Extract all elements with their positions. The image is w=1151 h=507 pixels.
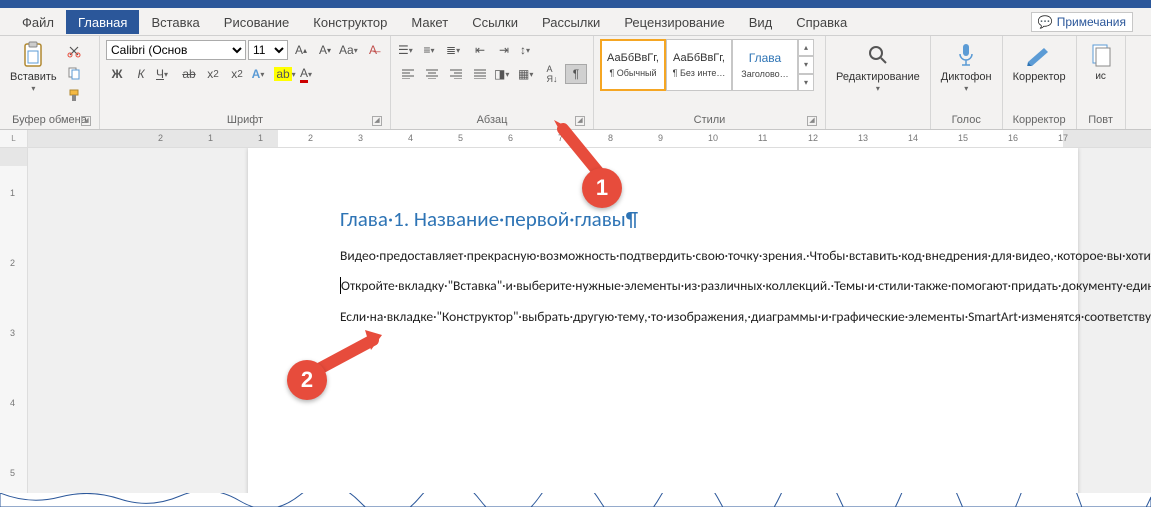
decrease-indent-button[interactable]: ⇤ xyxy=(469,40,491,60)
format-painter-button[interactable] xyxy=(63,85,85,105)
title-bar xyxy=(0,0,1151,8)
change-case-button[interactable]: Aa▾ xyxy=(338,40,360,60)
style-heading1[interactable]: Глава Заголово… xyxy=(732,39,798,91)
borders-button[interactable]: ▦▾ xyxy=(517,64,539,84)
text-effects-button[interactable]: A▾ xyxy=(250,64,272,84)
styles-expand[interactable]: ▾ xyxy=(798,74,814,91)
cut-button[interactable] xyxy=(63,41,85,61)
paragraph-2[interactable]: Откройте·вкладку·"Вставка"·и·выберите·ну… xyxy=(340,276,1006,296)
torn-edge xyxy=(0,493,1151,507)
comments-button[interactable]: 💬 Примечания xyxy=(1031,12,1133,32)
paragraph-group-label: Абзац xyxy=(477,114,508,126)
styles-scroll-down[interactable]: ▾ xyxy=(798,56,814,73)
shading-button[interactable]: ◨▾ xyxy=(493,64,515,84)
style-normal[interactable]: АаБбВвГг, ¶ Обычный xyxy=(600,39,666,91)
editor-group-label: Корректор xyxy=(1009,114,1070,128)
paragraph-1[interactable]: Видео·предоставляет·прекрасную·возможнос… xyxy=(340,246,1006,266)
annotation-callout-2: 2 xyxy=(287,360,327,400)
decrease-font-button[interactable]: A▾ xyxy=(314,40,336,60)
align-left-button[interactable] xyxy=(397,64,419,84)
tab-draw[interactable]: Рисование xyxy=(212,10,301,34)
font-name-select[interactable]: Calibri (Основ xyxy=(106,40,246,60)
heading-1[interactable]: Глава·1. Название·первой·главы¶ xyxy=(340,206,1006,232)
clear-formatting-button[interactable]: A̶ xyxy=(362,40,384,60)
font-size-select[interactable]: 11 xyxy=(248,40,288,60)
ribbon-tabs: Файл Главная Вставка Рисование Конструкт… xyxy=(0,8,1151,36)
font-dialog-launcher[interactable]: ◢ xyxy=(372,116,382,126)
style-no-spacing[interactable]: АаБбВвГг, ¶ Без инте… xyxy=(666,39,732,91)
tab-file[interactable]: Файл xyxy=(10,10,66,34)
comments-label: Примечания xyxy=(1057,15,1126,29)
bullets-button[interactable]: ☰▾ xyxy=(397,40,419,60)
styles-gallery[interactable]: АаБбВвГг, ¶ Обычный АаБбВвГг, ¶ Без инте… xyxy=(600,39,814,91)
clipboard-group-label: Буфер обмена xyxy=(12,114,87,126)
tab-layout[interactable]: Макет xyxy=(399,10,460,34)
italic-button[interactable]: К xyxy=(130,64,152,84)
bold-button[interactable]: Ж xyxy=(106,64,128,84)
tab-help[interactable]: Справка xyxy=(784,10,859,34)
files-icon xyxy=(1087,41,1115,69)
reuse-files-button[interactable]: ис xyxy=(1083,39,1119,84)
highlight-button[interactable]: ab▾ xyxy=(274,64,296,84)
justify-button[interactable] xyxy=(469,64,491,84)
subscript-button[interactable]: x2 xyxy=(202,64,224,84)
microphone-icon xyxy=(952,41,980,69)
editor-button[interactable]: Корректор xyxy=(1009,39,1070,85)
editing-button[interactable]: Редактирование ▾ xyxy=(832,39,924,96)
sort-button[interactable]: АЯ↓ xyxy=(541,64,563,84)
tab-mailings[interactable]: Рассылки xyxy=(530,10,612,34)
annotation-callout-1: 1 xyxy=(582,168,622,208)
vertical-ruler[interactable]: 12345 xyxy=(0,148,28,507)
clipboard-icon xyxy=(19,41,47,69)
styles-scroll-up[interactable]: ▴ xyxy=(798,39,814,56)
align-center-button[interactable] xyxy=(421,64,443,84)
comment-icon: 💬 xyxy=(1038,15,1053,29)
increase-indent-button[interactable]: ⇥ xyxy=(493,40,515,60)
paste-button[interactable]: Вставить ▾ xyxy=(6,39,61,96)
search-icon xyxy=(864,41,892,69)
editor-icon xyxy=(1025,41,1053,69)
clipboard-dialog-launcher[interactable]: ◢ xyxy=(81,116,91,126)
styles-dialog-launcher[interactable]: ◢ xyxy=(807,116,817,126)
copy-button[interactable] xyxy=(63,63,85,83)
tab-home[interactable]: Главная xyxy=(66,10,139,34)
increase-font-button[interactable]: A▴ xyxy=(290,40,312,60)
paragraph-3[interactable]: Если·на·вкладке·"Конструктор"·выбрать·др… xyxy=(340,307,1006,327)
tab-review[interactable]: Рецензирование xyxy=(612,10,736,34)
styles-group-label: Стили xyxy=(694,114,726,126)
dictate-button[interactable]: Диктофон ▾ xyxy=(937,39,996,96)
show-hide-paragraph-button[interactable]: ¶ xyxy=(565,64,587,84)
multilevel-button[interactable]: ≣▾ xyxy=(445,40,467,60)
tab-selector[interactable]: L xyxy=(0,130,28,147)
align-right-button[interactable] xyxy=(445,64,467,84)
font-color-button[interactable]: A▾ xyxy=(298,64,320,84)
document-page: Глава·1. Название·первой·главы¶ Видео·пр… xyxy=(248,148,1078,507)
superscript-button[interactable]: x2 xyxy=(226,64,248,84)
workspace: 12345 Глава·1. Название·первой·главы¶ Ви… xyxy=(0,148,1151,507)
voice-group-label: Голос xyxy=(937,114,996,128)
numbering-button[interactable]: ≡▾ xyxy=(421,40,443,60)
font-group-label: Шрифт xyxy=(227,114,263,126)
tab-insert[interactable]: Вставка xyxy=(139,10,211,34)
overflow-group-label: Повт xyxy=(1083,114,1119,128)
tab-design[interactable]: Конструктор xyxy=(301,10,399,34)
tab-references[interactable]: Ссылки xyxy=(460,10,530,34)
line-spacing-button[interactable]: ↕▾ xyxy=(517,40,539,60)
underline-button[interactable]: Ч▾ xyxy=(154,64,176,84)
strikethrough-button[interactable]: ab xyxy=(178,64,200,84)
tab-view[interactable]: Вид xyxy=(737,10,785,34)
